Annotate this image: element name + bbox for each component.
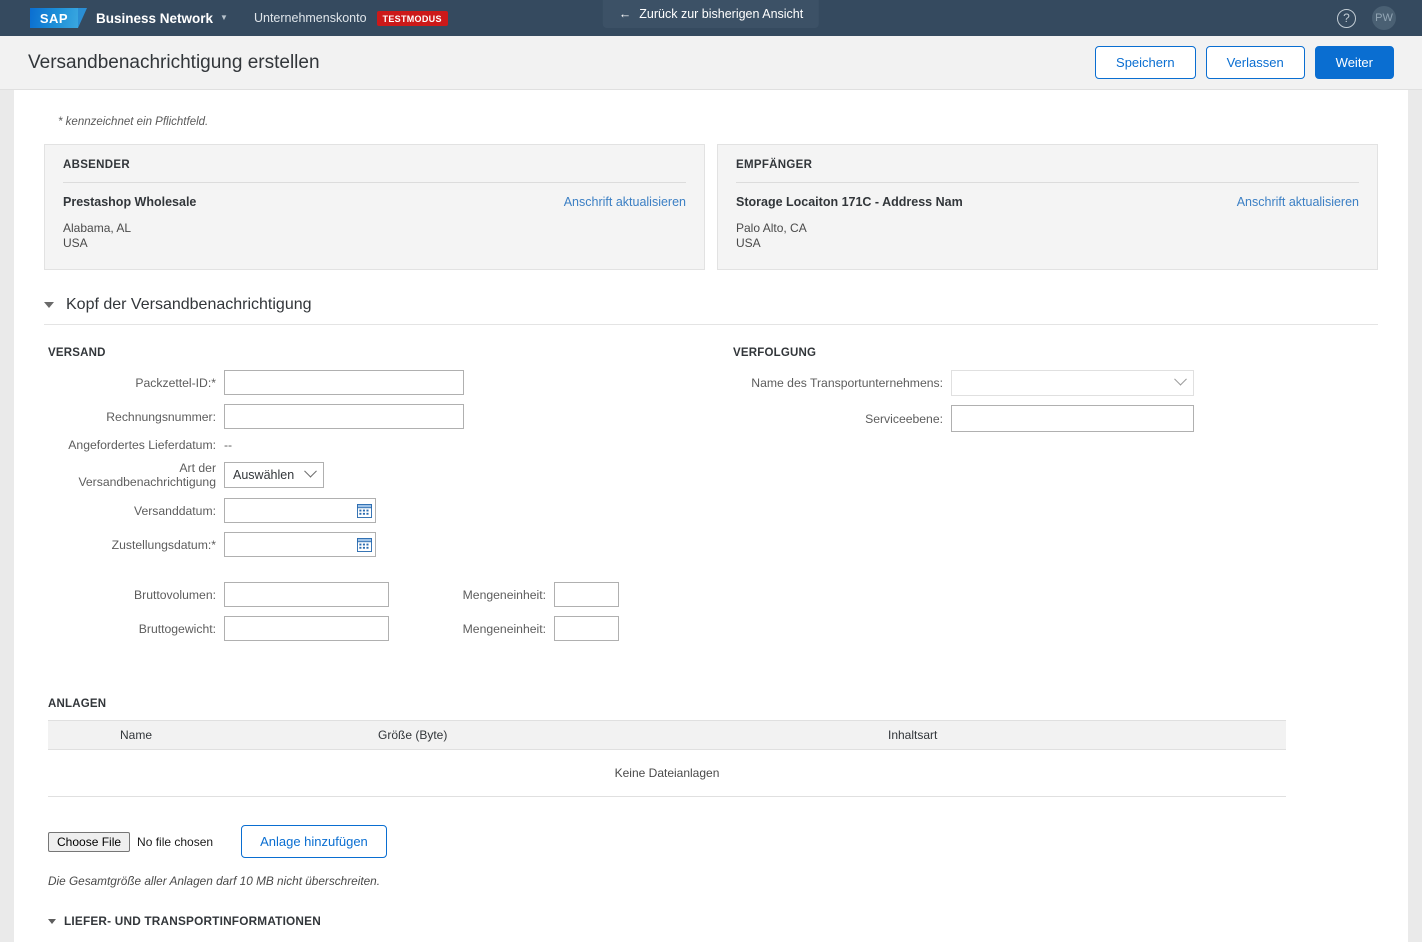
test-mode-badge: TESTMODUS bbox=[376, 10, 448, 26]
gross-volume-uom-input[interactable] bbox=[554, 582, 619, 607]
back-button-label: Zurück zur bisherigen Ansicht bbox=[639, 7, 804, 21]
collapse-triangle-icon[interactable] bbox=[44, 302, 54, 308]
invoice-number-input[interactable] bbox=[224, 404, 464, 429]
gross-volume-label: Bruttovolumen: bbox=[134, 587, 216, 602]
calendar-icon[interactable] bbox=[357, 503, 372, 518]
arrow-left-icon: ← bbox=[618, 7, 632, 21]
page-title: Versandbenachrichtigung erstellen bbox=[28, 51, 320, 73]
page-action-buttons: Speichern Verlassen Weiter bbox=[1095, 46, 1394, 79]
notice-type-label: Art der Versandbenachrichtigung bbox=[78, 461, 216, 489]
header-actions: ? PW bbox=[1337, 6, 1408, 30]
calendar-icon[interactable] bbox=[357, 537, 372, 552]
shipping-group-label: VERSAND bbox=[48, 347, 106, 359]
add-attachment-button[interactable]: Anlage hinzufügen bbox=[241, 825, 387, 858]
tracking-group: VERFOLGUNG Name des Transportunternehmen… bbox=[729, 347, 1378, 650]
column-header-content-type: Inhaltsart bbox=[888, 728, 938, 742]
attachment-upload-row: Choose File No file chosen Anlage hinzuf… bbox=[48, 825, 1378, 858]
requested-delivery-date-value: -- bbox=[224, 438, 233, 452]
notice-type-dropdown[interactable]: Auswählen bbox=[224, 462, 324, 488]
tracking-group-label: VERFOLGUNG bbox=[733, 347, 817, 359]
column-header-size: Größe (Byte) bbox=[378, 728, 448, 742]
form-columns: VERSAND Packzettel-ID:* Rechnungsnummer:… bbox=[44, 347, 1378, 650]
attachments-table: Name Größe (Byte) Inhaltsart Keine Datei… bbox=[48, 720, 1286, 797]
attachments-table-header: Name Größe (Byte) Inhaltsart bbox=[48, 720, 1286, 750]
chevron-down-icon[interactable]: ▼ bbox=[220, 14, 228, 22]
no-file-chosen-label: No file chosen bbox=[137, 834, 214, 849]
delivery-date-input[interactable] bbox=[224, 532, 376, 557]
attachments-empty-message: Keine Dateianlagen bbox=[48, 750, 1286, 797]
carrier-name-label: Name des Transportunternehmens: bbox=[751, 376, 943, 390]
recipient-heading: EMPFÄNGER bbox=[736, 159, 1359, 183]
gross-volume-row: Bruttovolumen: Mengeneinheit: bbox=[44, 582, 729, 607]
file-input[interactable]: Choose File No file chosen bbox=[48, 831, 214, 852]
choose-file-button[interactable]: Choose File bbox=[48, 831, 131, 852]
user-avatar[interactable]: PW bbox=[1372, 6, 1396, 30]
packing-slip-id-input[interactable] bbox=[224, 370, 464, 395]
recipient-city: Palo Alto, CA bbox=[736, 221, 807, 235]
save-button[interactable]: Speichern bbox=[1095, 46, 1196, 79]
service-level-row: Serviceebene: bbox=[729, 405, 1378, 432]
notice-type-value: Auswählen bbox=[233, 468, 295, 482]
sap-logo: SAP bbox=[30, 8, 87, 28]
help-icon[interactable]: ? bbox=[1337, 8, 1356, 28]
chevron-down-icon bbox=[304, 464, 317, 478]
sender-card: ABSENDER Prestashop Wholesale Anschrift … bbox=[44, 144, 705, 270]
recipient-update-address-link[interactable]: Anschrift aktualisieren bbox=[1237, 195, 1359, 209]
required-field-note: * kennzeichnet ein Pflichtfeld. bbox=[58, 116, 209, 128]
main-content: * kennzeichnet ein Pflichtfeld. ABSENDER… bbox=[14, 90, 1408, 942]
packing-slip-id-label: Packzettel-ID:* bbox=[135, 375, 216, 390]
gross-weight-row: Bruttogewicht: Mengeneinheit: bbox=[44, 616, 729, 641]
gross-volume-uom-label: Mengeneinheit: bbox=[462, 587, 546, 602]
shipping-date-field bbox=[224, 498, 376, 523]
app-name-label: Business Network bbox=[96, 10, 214, 26]
attachments-group-label: ANLAGEN bbox=[48, 698, 107, 710]
chevron-down-icon bbox=[1174, 372, 1187, 386]
packing-slip-id-row: Packzettel-ID:* bbox=[44, 370, 729, 395]
shipping-date-input[interactable] bbox=[224, 498, 376, 523]
service-level-input[interactable] bbox=[951, 405, 1194, 432]
sender-heading: ABSENDER bbox=[63, 159, 686, 183]
account-type-label: Unternehmenskonto bbox=[253, 11, 367, 25]
gross-volume-input[interactable] bbox=[224, 582, 389, 607]
party-cards: ABSENDER Prestashop Wholesale Anschrift … bbox=[44, 144, 1378, 270]
page-header-bar: Versandbenachrichtigung erstellen Speich… bbox=[0, 36, 1422, 90]
back-to-classic-view-button[interactable]: ← Zurück zur bisherigen Ansicht bbox=[602, 0, 820, 28]
requested-delivery-date-row: Angefordertes Lieferdatum: -- bbox=[44, 438, 729, 452]
attachment-size-note: Die Gesamtgröße aller Anlagen darf 10 MB… bbox=[48, 874, 381, 888]
next-button[interactable]: Weiter bbox=[1314, 46, 1394, 79]
shipping-notice-header-section: Kopf der Versandbenachrichtigung bbox=[44, 296, 1378, 325]
recipient-name: Storage Locaiton 171C - Address Nam bbox=[736, 195, 963, 209]
shipping-date-label: Versanddatum: bbox=[134, 503, 216, 518]
gross-weight-input[interactable] bbox=[224, 616, 389, 641]
delivery-transport-section: LIEFER- UND TRANSPORTINFORMATIONEN bbox=[48, 914, 1378, 928]
section-title: Kopf der Versandbenachrichtigung bbox=[66, 296, 312, 313]
exit-button[interactable]: Verlassen bbox=[1205, 46, 1305, 79]
gross-weight-uom-label: Mengeneinheit: bbox=[462, 621, 546, 636]
delivery-date-label: Zustellungsdatum:* bbox=[111, 537, 216, 552]
delivery-date-row: Zustellungsdatum:* bbox=[44, 532, 729, 557]
shipping-date-row: Versanddatum: bbox=[44, 498, 729, 523]
delivery-transport-title: LIEFER- UND TRANSPORTINFORMATIONEN bbox=[64, 914, 321, 928]
sender-country: USA bbox=[63, 236, 88, 250]
gross-weight-label: Bruttogewicht: bbox=[138, 621, 216, 636]
service-level-label: Serviceebene: bbox=[865, 411, 943, 426]
invoice-number-label: Rechnungsnummer: bbox=[106, 409, 216, 424]
carrier-name-dropdown[interactable] bbox=[951, 370, 1194, 396]
delivery-date-field bbox=[224, 532, 376, 557]
recipient-card: EMPFÄNGER Storage Locaiton 171C - Addres… bbox=[717, 144, 1378, 270]
notice-type-row: Art der Versandbenachrichtigung Auswähle… bbox=[44, 461, 729, 489]
recipient-country: USA bbox=[736, 236, 761, 250]
requested-delivery-date-label: Angefordertes Lieferdatum: bbox=[68, 438, 216, 452]
sender-city: Alabama, AL bbox=[63, 221, 132, 235]
carrier-name-row: Name des Transportunternehmens: bbox=[729, 370, 1378, 396]
column-header-name: Name bbox=[120, 728, 153, 742]
gross-weight-uom-input[interactable] bbox=[554, 616, 619, 641]
sender-update-address-link[interactable]: Anschrift aktualisieren bbox=[564, 195, 686, 209]
shipping-group: VERSAND Packzettel-ID:* Rechnungsnummer:… bbox=[44, 347, 729, 650]
collapse-triangle-icon[interactable] bbox=[48, 918, 56, 924]
global-header: SAP Business Network ▼ Unternehmenskonto… bbox=[0, 0, 1422, 36]
sender-name: Prestashop Wholesale bbox=[63, 195, 197, 209]
invoice-number-row: Rechnungsnummer: bbox=[44, 404, 729, 429]
